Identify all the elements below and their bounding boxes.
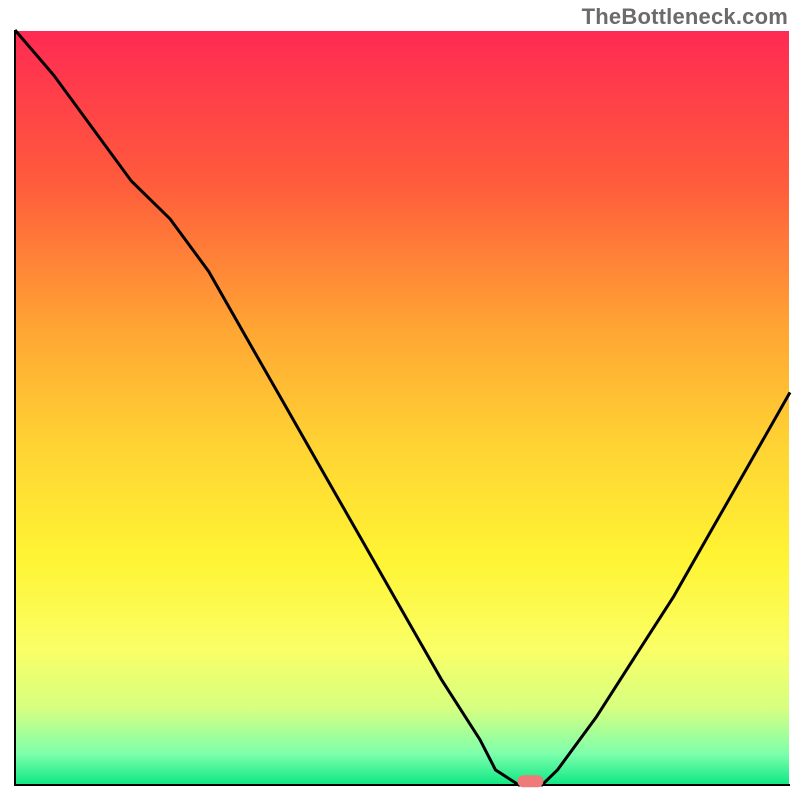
bottleneck-chart bbox=[0, 0, 800, 800]
chart-container: TheBottleneck.com bbox=[0, 0, 800, 800]
plot-background bbox=[16, 31, 789, 784]
watermark-text: TheBottleneck.com bbox=[582, 4, 788, 30]
optimal-marker bbox=[517, 775, 543, 787]
